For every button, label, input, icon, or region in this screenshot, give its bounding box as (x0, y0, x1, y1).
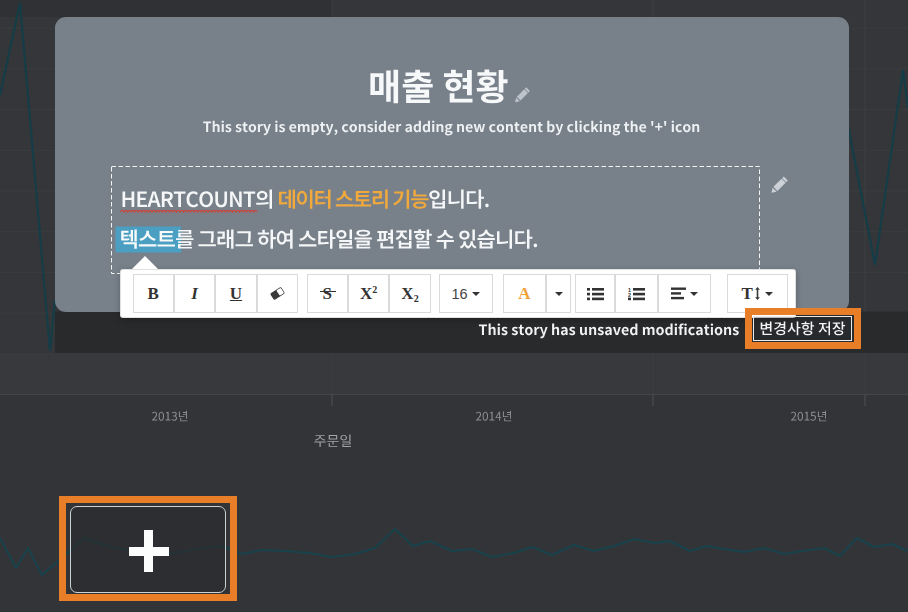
svg-text:2: 2 (628, 292, 631, 298)
